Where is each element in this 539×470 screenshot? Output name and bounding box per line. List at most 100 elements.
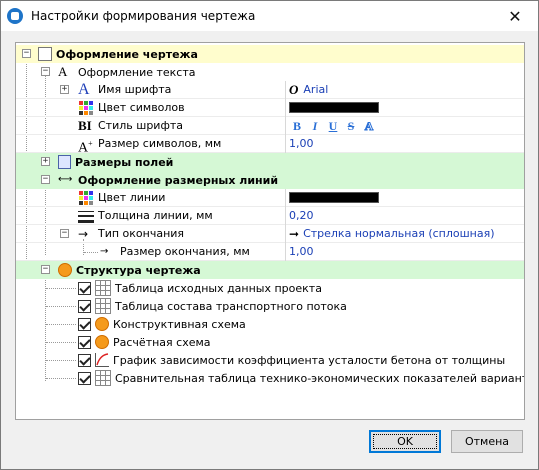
structure-icon: [58, 263, 72, 277]
ok-button[interactable]: OK: [369, 430, 441, 453]
outline-button[interactable]: A: [361, 118, 377, 133]
tree-line: [46, 378, 76, 379]
text-design-icon: A: [58, 64, 68, 79]
dim-lines-icon: ⟷: [58, 174, 73, 185]
tree-line: [46, 288, 76, 289]
line-thickness-value[interactable]: 0,20: [285, 206, 524, 225]
checkbox[interactable]: [78, 335, 91, 349]
line-thickness-text: 0,20: [289, 209, 314, 222]
settings-tree: − Оформление чертежа − A Оформление текс…: [15, 42, 525, 420]
arrow-end-icon: →: [78, 226, 89, 241]
color-palette-icon: [78, 189, 94, 206]
window-title: Настройки формирования чертежа: [31, 9, 256, 23]
table-icon: [95, 298, 111, 314]
checkbox[interactable]: [78, 353, 91, 367]
app-icon: [7, 8, 23, 24]
prop-label: Цвет линии: [98, 191, 166, 204]
cancel-button[interactable]: Отмена: [451, 430, 523, 453]
category-label: Размеры полей: [75, 155, 174, 169]
end-size-text: 1,00: [289, 245, 314, 258]
line-color-value[interactable]: [285, 188, 524, 207]
font-style-value[interactable]: B I U S A: [285, 116, 524, 135]
font-icon: A: [78, 80, 90, 98]
category-margins[interactable]: + Размеры полей: [16, 153, 524, 171]
category-dim-lines[interactable]: − ⟷ Оформление размерных линий: [16, 171, 524, 189]
prop-end-type[interactable]: − → Тип окончания ➞ Стрелка нормальная (…: [16, 224, 524, 243]
bold-button[interactable]: B: [289, 119, 305, 133]
tree-line: [46, 324, 76, 325]
prop-font-color[interactable]: Цвет символов: [16, 98, 524, 117]
structure-item[interactable]: Таблица состава транспортного потока: [16, 297, 524, 315]
underline-button[interactable]: U: [325, 119, 341, 133]
structure-item[interactable]: Сравнительная таблица технико-экономичес…: [16, 369, 524, 387]
page-icon: [38, 47, 52, 61]
font-name-value[interactable]: O Arial: [285, 80, 524, 99]
bold-italic-icon: BI: [78, 117, 92, 133]
strikethrough-button[interactable]: S: [343, 119, 359, 133]
prop-label: Толщина линии, мм: [98, 209, 213, 222]
close-button[interactable]: ✕: [492, 1, 538, 31]
table-icon: [95, 280, 111, 296]
category-drawing-design[interactable]: − Оформление чертежа: [16, 45, 524, 63]
prop-label: Тип окончания: [98, 227, 185, 240]
prop-label: Размер окончания, мм: [120, 245, 250, 258]
item-label: График зависимости коэффициента усталост…: [113, 353, 506, 367]
item-label: Таблица исходных данных проекта: [115, 281, 322, 295]
tree-line: [46, 342, 76, 343]
structure-item[interactable]: Таблица исходных данных проекта: [16, 279, 524, 297]
structure-item[interactable]: График зависимости коэффициента усталост…: [16, 351, 524, 369]
prop-label: Размер символов, мм: [98, 137, 222, 150]
prop-label: Имя шрифта: [98, 83, 172, 96]
prop-label: Цвет символов: [98, 101, 185, 114]
line-thickness-icon: [78, 207, 94, 224]
group-label: Оформление текста: [78, 65, 196, 79]
scheme-icon: [95, 317, 109, 331]
end-type-text: Стрелка нормальная (сплошная): [303, 227, 495, 240]
collapse-icon[interactable]: −: [41, 265, 50, 274]
collapse-icon[interactable]: −: [41, 67, 50, 76]
prop-font-size[interactable]: A+ Размер символов, мм 1,00: [16, 134, 524, 156]
item-label: Сравнительная таблица технико-экономичес…: [115, 371, 525, 385]
title-bar: Настройки формирования чертежа ✕: [1, 1, 538, 31]
collapse-icon[interactable]: −: [41, 175, 50, 184]
tree-line: [46, 360, 76, 361]
font-size-icon: A+: [78, 138, 93, 156]
expand-icon[interactable]: +: [60, 85, 69, 94]
arrow-icon: ➞: [289, 226, 300, 241]
structure-item[interactable]: Конструктивная схема: [16, 315, 524, 333]
graph-icon: [95, 353, 109, 367]
prop-end-size[interactable]: → Размер окончания, мм 1,00: [16, 242, 524, 261]
collapse-icon[interactable]: −: [60, 229, 69, 238]
prop-font-name[interactable]: + A Имя шрифта O Arial: [16, 80, 524, 99]
checkbox[interactable]: [78, 281, 91, 295]
checkbox[interactable]: [78, 317, 91, 331]
category-label: Структура чертежа: [76, 263, 201, 277]
group-text-design[interactable]: − A Оформление текста: [16, 63, 524, 81]
prop-font-style[interactable]: BI Стиль шрифта B I U S A: [16, 116, 524, 135]
italic-button[interactable]: I: [307, 119, 323, 133]
end-type-value[interactable]: ➞ Стрелка нормальная (сплошная): [285, 224, 524, 243]
font-name-text: Arial: [303, 83, 329, 96]
prop-line-thickness[interactable]: Толщина линии, мм 0,20: [16, 206, 524, 225]
font-size-value[interactable]: 1,00: [285, 134, 524, 153]
margins-icon: [58, 155, 71, 169]
category-label: Оформление чертежа: [56, 47, 198, 61]
checkbox[interactable]: [78, 371, 91, 385]
category-label: Оформление размерных линий: [78, 173, 279, 187]
structure-item[interactable]: Расчётная схема: [16, 333, 524, 351]
settings-dialog: Настройки формирования чертежа ✕ − Оформ…: [0, 0, 539, 470]
item-label: Расчётная схема: [113, 335, 211, 349]
cancel-label: Отмена: [464, 435, 510, 448]
category-structure[interactable]: − Структура чертежа: [16, 261, 524, 279]
font-color-value[interactable]: [285, 98, 524, 117]
checkbox[interactable]: [78, 299, 91, 313]
prop-line-color[interactable]: Цвет линии: [16, 188, 524, 207]
expand-icon[interactable]: +: [41, 157, 50, 166]
table-icon: [95, 370, 111, 386]
end-size-value[interactable]: 1,00: [285, 242, 524, 261]
prop-label: Стиль шрифта: [98, 119, 183, 132]
arrow-size-icon: →: [100, 245, 109, 257]
color-swatch: [289, 192, 379, 203]
color-palette-icon: [78, 99, 94, 116]
collapse-icon[interactable]: −: [22, 49, 31, 58]
